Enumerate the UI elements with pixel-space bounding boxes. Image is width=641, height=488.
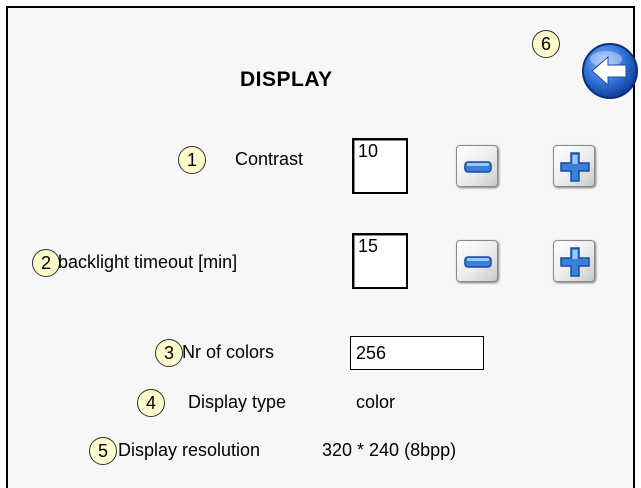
colors-label: Nr of colors: [182, 342, 275, 362]
contrast-decrease-button[interactable]: [456, 145, 498, 187]
plus-icon: [560, 152, 590, 182]
callout-badge-5: 5: [89, 437, 117, 465]
contrast-label: Contrast: [235, 149, 304, 169]
display-resolution-value: 320 * 240 (8bpp): [322, 440, 457, 460]
display-resolution-label: Display resolution: [118, 440, 261, 460]
display-settings-panel: DISPLAY 6 1 Contrast 10 2 backlight time…: [6, 6, 638, 488]
display-type-label: Display type: [188, 392, 287, 412]
callout-badge-6: 6: [532, 30, 560, 58]
plus-icon: [560, 247, 590, 277]
callout-badge-2: 2: [32, 249, 60, 277]
callout-badge-4: 4: [137, 389, 165, 417]
page-title: DISPLAY: [240, 68, 333, 91]
minus-icon: [464, 161, 492, 173]
backlight-increase-button[interactable]: [553, 240, 595, 282]
back-button[interactable]: [580, 41, 641, 105]
backlight-timeout-label: backlight timeout [min]: [58, 252, 238, 272]
display-type-value: color: [356, 392, 396, 412]
minus-icon: [464, 256, 492, 268]
contrast-value-field[interactable]: 10: [352, 138, 408, 194]
callout-badge-1: 1: [178, 146, 206, 174]
backlight-timeout-value-field[interactable]: 15: [352, 233, 408, 289]
backlight-decrease-button[interactable]: [456, 240, 498, 282]
colors-value-field[interactable]: 256: [350, 336, 484, 370]
callout-badge-3: 3: [155, 339, 183, 367]
arrow-left-icon: [582, 43, 638, 99]
contrast-increase-button[interactable]: [553, 145, 595, 187]
